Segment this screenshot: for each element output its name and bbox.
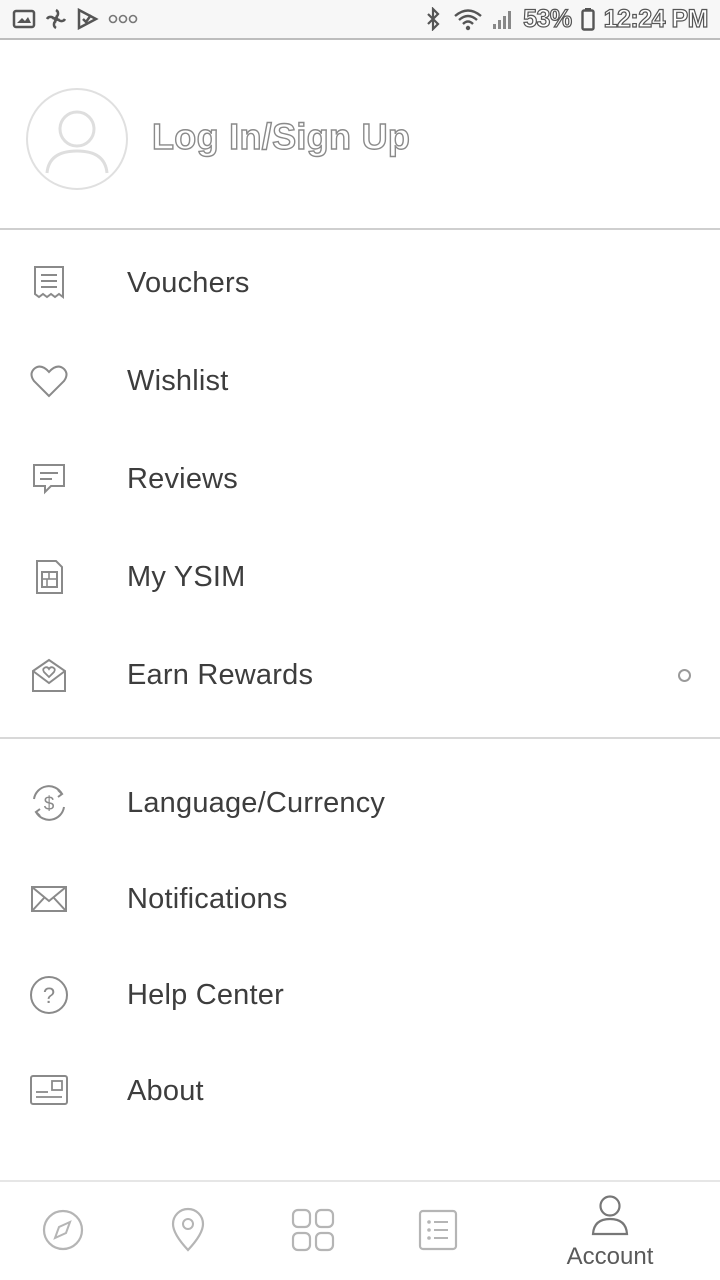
currency-icon: $ [28, 782, 70, 824]
menu-item-vouchers[interactable]: Vouchers [0, 234, 720, 332]
list-icon [417, 1208, 459, 1257]
grid-icon [290, 1207, 336, 1258]
bluetooth-icon [421, 7, 445, 31]
nav-categories[interactable] [253, 1182, 373, 1280]
status-bar: 53% 12:24 PM [0, 0, 720, 40]
battery-percent: 53% [522, 4, 572, 33]
menu-item-about[interactable]: About [0, 1043, 720, 1139]
new-indicator-dot [678, 668, 691, 682]
menu-item-reviews[interactable]: Reviews [0, 430, 720, 528]
menu-label-help-center: Help Center [127, 978, 284, 1011]
battery-icon [580, 8, 596, 31]
nav-nearby[interactable] [128, 1182, 248, 1280]
menu-label-about: About [127, 1074, 204, 1107]
menu-label-notifications: Notifications [127, 882, 288, 915]
compass-icon [41, 1208, 85, 1257]
menu-label-language-currency: Language/Currency [127, 786, 386, 819]
envelope-icon [28, 878, 70, 920]
pinwheel-icon [44, 8, 68, 30]
login-signup-link[interactable]: Log In/Sign Up [151, 115, 410, 158]
nav-bookings[interactable] [378, 1182, 498, 1280]
menu-item-my-ysim[interactable]: My YSIM [0, 528, 720, 626]
nav-label-account: Account [566, 1242, 654, 1270]
menu-item-help-center[interactable]: ? Help Center [0, 947, 720, 1043]
default-avatar-icon [45, 110, 109, 174]
receipt-icon [28, 262, 70, 304]
sim-card-icon [28, 556, 70, 598]
more-dots-icon [108, 8, 138, 30]
comment-icon [28, 458, 70, 500]
gift-envelope-icon [28, 654, 70, 696]
menu-label-earn-rewards: Earn Rewards [127, 658, 314, 691]
person-icon [590, 1194, 630, 1241]
nav-explore[interactable] [3, 1182, 123, 1280]
heart-icon [28, 360, 70, 402]
account-header: Log In/Sign Up [0, 42, 720, 230]
menu-label-reviews: Reviews [127, 462, 238, 495]
svg-text:$: $ [44, 794, 55, 815]
menu-item-earn-rewards[interactable]: Earn Rewards [0, 626, 720, 724]
menu-item-language-currency[interactable]: $ Language/Currency [0, 755, 720, 851]
clock: 12:24 PM [603, 4, 709, 33]
menu-secondary: $ Language/Currency Notifications ? Help… [0, 755, 720, 1139]
menu-item-wishlist[interactable]: Wishlist [0, 332, 720, 430]
help-icon: ? [28, 974, 70, 1016]
checkmark-app-icon [76, 8, 100, 30]
status-left [12, 8, 138, 30]
status-right: 53% 12:24 PM [421, 4, 709, 34]
menu-label-vouchers: Vouchers [127, 266, 250, 299]
bottom-nav: Account [0, 1180, 720, 1280]
menu-label-wishlist: Wishlist [127, 364, 229, 397]
avatar[interactable] [26, 88, 128, 190]
menu-primary: Vouchers Wishlist Reviews My YSIM Earn R… [0, 234, 720, 724]
photo-icon [12, 8, 36, 30]
menu-item-notifications[interactable]: Notifications [0, 851, 720, 947]
location-pin-icon [168, 1207, 208, 1258]
section-divider [0, 737, 720, 739]
signal-icon [491, 8, 515, 30]
id-card-icon [28, 1070, 70, 1112]
nav-account[interactable]: Account [550, 1182, 670, 1280]
svg-text:?: ? [43, 983, 55, 1008]
menu-label-my-ysim: My YSIM [127, 560, 246, 593]
wifi-icon [453, 8, 483, 31]
